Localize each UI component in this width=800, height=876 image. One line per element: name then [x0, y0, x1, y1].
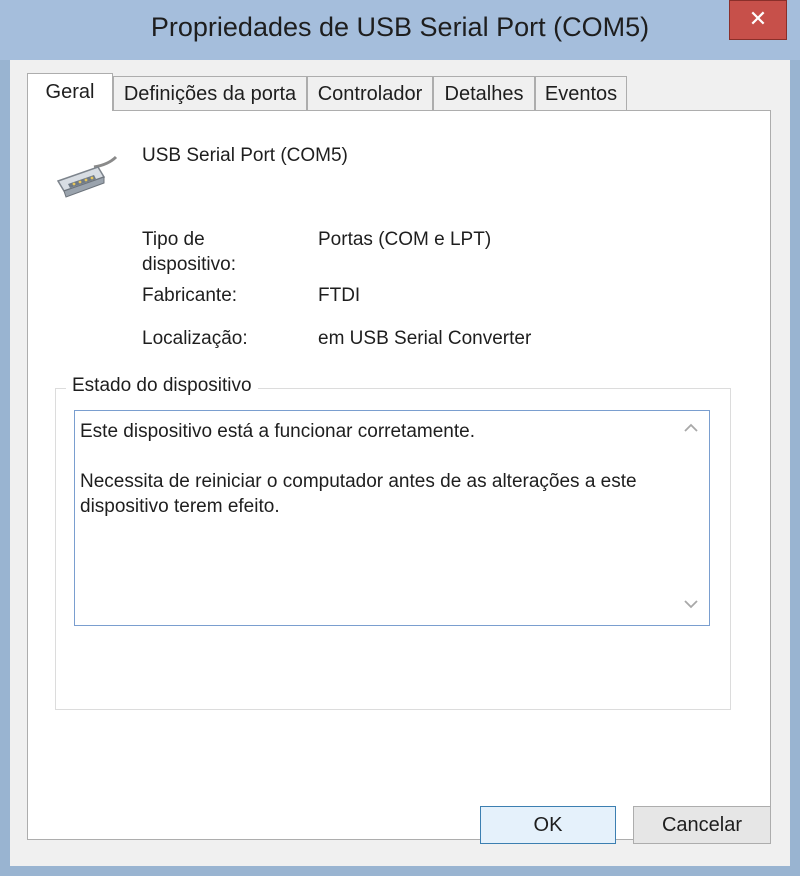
- serial-port-connector-icon: [56, 155, 118, 198]
- tab-controlador[interactable]: Controlador: [307, 76, 433, 110]
- status-line-2: Necessita de reiniciar o computador ante…: [80, 471, 637, 517]
- device-name: USB Serial Port (COM5): [142, 145, 348, 166]
- title-bar[interactable]: Propriedades de USB Serial Port (COM5) ✕: [0, 0, 800, 60]
- location-label: Localização:: [142, 328, 248, 349]
- status-line-1: Este dispositivo está a funcionar corret…: [80, 421, 475, 442]
- cancel-button[interactable]: Cancelar: [633, 806, 771, 844]
- tab-eventos[interactable]: Eventos: [535, 76, 627, 110]
- device-status-text: Este dispositivo está a funcionar corret…: [80, 419, 670, 544]
- general-tab-panel: USB Serial Port (COM5) Tipo de dispositi…: [27, 110, 771, 840]
- window-title: Propriedades de USB Serial Port (COM5): [150, 12, 650, 42]
- dialog-client-area: Geral Definições da porta Controlador De…: [10, 60, 790, 866]
- manufacturer-value: FTDI: [318, 285, 361, 306]
- ok-button[interactable]: OK: [480, 806, 616, 844]
- device-status-group-label: Estado do dispositivo: [66, 375, 258, 397]
- tab-detalhes[interactable]: Detalhes: [433, 76, 535, 110]
- scroll-up-arrow-icon[interactable]: [679, 417, 703, 441]
- tab-definicoes-da-porta[interactable]: Definições da porta: [113, 76, 307, 110]
- device-type-value: Portas (COM e LPT): [318, 229, 492, 250]
- scroll-down-arrow-icon[interactable]: [679, 593, 703, 617]
- properties-window: Propriedades de USB Serial Port (COM5) ✕…: [0, 0, 800, 876]
- close-button[interactable]: ✕: [729, 0, 787, 40]
- device-status-textbox[interactable]: Este dispositivo está a funcionar corret…: [74, 410, 710, 626]
- device-status-group: Estado do dispositivo Este dispositivo e…: [55, 375, 731, 710]
- manufacturer-label: Fabricante:: [142, 285, 238, 306]
- tab-geral[interactable]: Geral: [27, 73, 113, 111]
- close-icon: ✕: [748, 6, 768, 31]
- location-value: em USB Serial Converter: [318, 328, 532, 349]
- device-type-label: Tipo de dispositivo:: [142, 229, 236, 275]
